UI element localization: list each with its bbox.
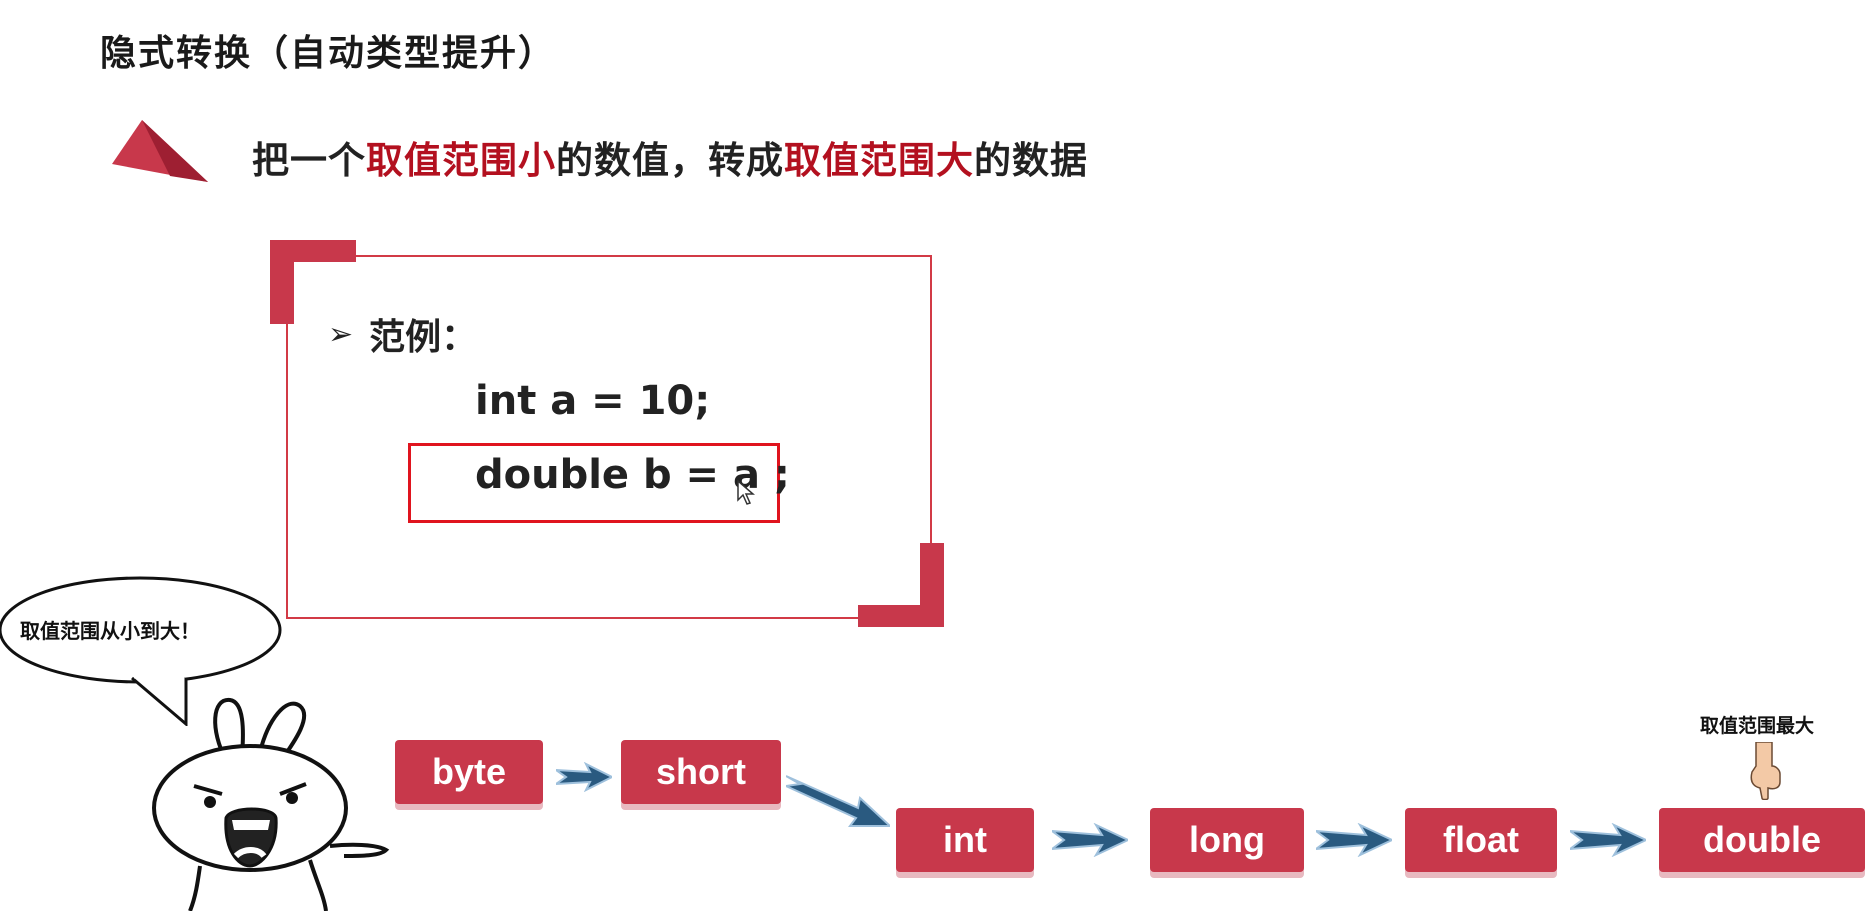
type-box-int: int: [896, 808, 1034, 872]
max-range-label: 取值范围最大: [1700, 716, 1815, 737]
arrow-bullet-icon: ➢: [328, 317, 354, 351]
flow-arrow-icon: [1316, 823, 1392, 857]
example-label: ➢ 范例：: [328, 308, 477, 360]
headline-part1: 把一个: [252, 140, 366, 181]
type-box-byte: byte: [395, 740, 543, 804]
headline-highlight-small: 取值范围小: [366, 140, 556, 181]
example-label-text: 范例：: [369, 316, 478, 357]
type-box-short: short: [621, 740, 781, 804]
flow-arrow-icon: [786, 775, 890, 827]
bunny-mascot-icon: [152, 698, 390, 911]
type-box-float: float: [1405, 808, 1557, 872]
mouse-cursor-icon: [737, 480, 755, 505]
pointing-hand-icon: [1750, 742, 1781, 800]
headline: 把一个取值范围小的数值，转成取值范围大的数据: [252, 130, 1088, 184]
headline-part3: 的数据: [974, 140, 1088, 181]
triangle-bullet-icon: [112, 120, 208, 182]
code-line-1: int a = 10;: [475, 378, 711, 424]
speech-bubble-text: 取值范围从小到大！: [20, 621, 200, 643]
corner-bracket-bottom-right: [858, 543, 944, 627]
type-box-double: double: [1659, 808, 1865, 872]
type-box-long: long: [1150, 808, 1304, 872]
flow-arrow-icon: [1052, 823, 1128, 857]
flow-arrow-icon: [556, 762, 612, 792]
page-title: 隐式转换（自动类型提升）: [100, 32, 557, 73]
headline-part2: 的数值，转成: [556, 140, 784, 181]
flow-arrow-icon: [1570, 823, 1646, 857]
headline-highlight-large: 取值范围大: [784, 140, 974, 181]
